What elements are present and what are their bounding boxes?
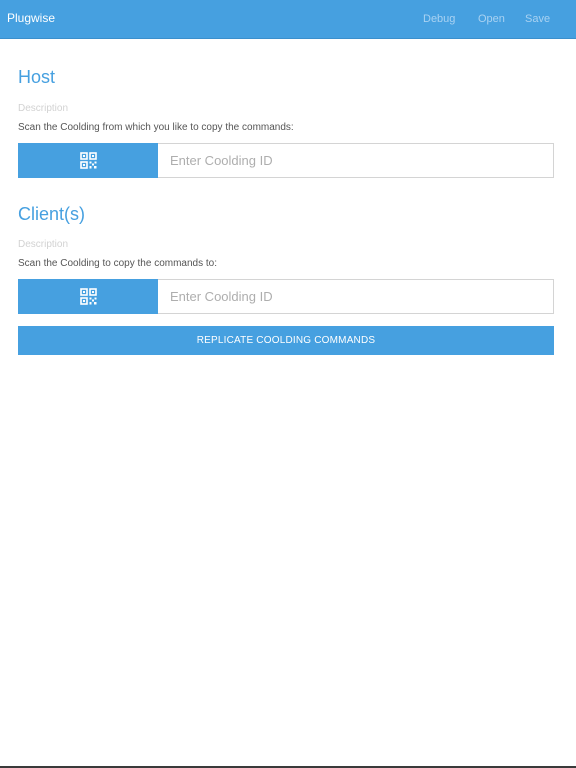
app-title: Plugwise	[7, 11, 56, 25]
clients-description-label: Description	[18, 239, 69, 250]
clients-instruction: Scan the Coolding to copy the commands t…	[18, 258, 218, 269]
client-coolding-id-input[interactable]	[158, 279, 554, 314]
debug-button[interactable]: Debug	[423, 13, 455, 25]
host-coolding-id-input[interactable]	[158, 143, 554, 178]
replicate-commands-button[interactable]: REPLICATE COOLDING COMMANDS	[18, 326, 554, 355]
host-section-title: Host	[18, 67, 56, 87]
host-description-label: Description	[18, 103, 69, 114]
host-instruction: Scan the Coolding from which you like to…	[18, 122, 294, 133]
qr-code-icon	[79, 152, 97, 169]
host-scan-button[interactable]	[18, 143, 158, 178]
app-screen: Plugwise Debug Open Save Host Descriptio…	[0, 0, 576, 768]
open-button[interactable]: Open	[478, 13, 505, 25]
qr-code-icon	[79, 288, 97, 305]
app-header-bar: Plugwise Debug Open Save	[0, 0, 576, 39]
client-scan-button[interactable]	[18, 279, 158, 314]
save-button[interactable]: Save	[525, 13, 550, 25]
clients-section-title: Client(s)	[18, 204, 86, 224]
host-id-row	[18, 143, 554, 178]
client-id-row	[18, 279, 554, 314]
